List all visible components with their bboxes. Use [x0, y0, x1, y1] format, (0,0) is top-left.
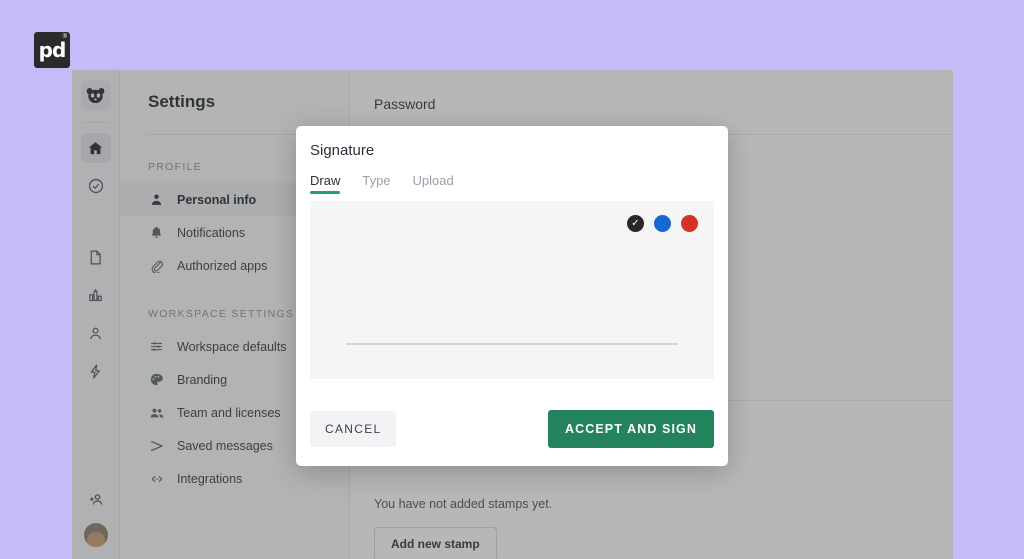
color-swatch-blue[interactable]: [654, 215, 671, 232]
pandadoc-logo[interactable]: pd ®: [34, 32, 70, 68]
modal-tabs: Draw Type Upload: [296, 159, 728, 194]
modal-title: Signature: [310, 142, 375, 159]
modal-footer: CANCEL ACCEPT AND SIGN: [296, 410, 728, 466]
color-swatches: ✓: [627, 215, 698, 232]
signature-draw-canvas[interactable]: ✓: [310, 201, 714, 379]
cancel-button[interactable]: CANCEL: [310, 411, 397, 447]
registered-mark: ®: [62, 34, 67, 40]
tab-type[interactable]: Type: [362, 173, 390, 194]
tab-draw[interactable]: Draw: [310, 173, 341, 194]
tab-upload[interactable]: Upload: [413, 173, 454, 194]
color-swatch-red[interactable]: [681, 215, 698, 232]
signature-baseline: [346, 343, 678, 345]
accept-and-sign-button[interactable]: ACCEPT AND SIGN: [547, 410, 714, 448]
logo-text: pd: [38, 38, 67, 62]
color-swatch-black[interactable]: ✓: [627, 215, 644, 232]
check-icon: ✓: [631, 217, 640, 229]
signature-modal: Signature Draw Type Upload ✓ CANCEL ACCE…: [296, 126, 728, 466]
